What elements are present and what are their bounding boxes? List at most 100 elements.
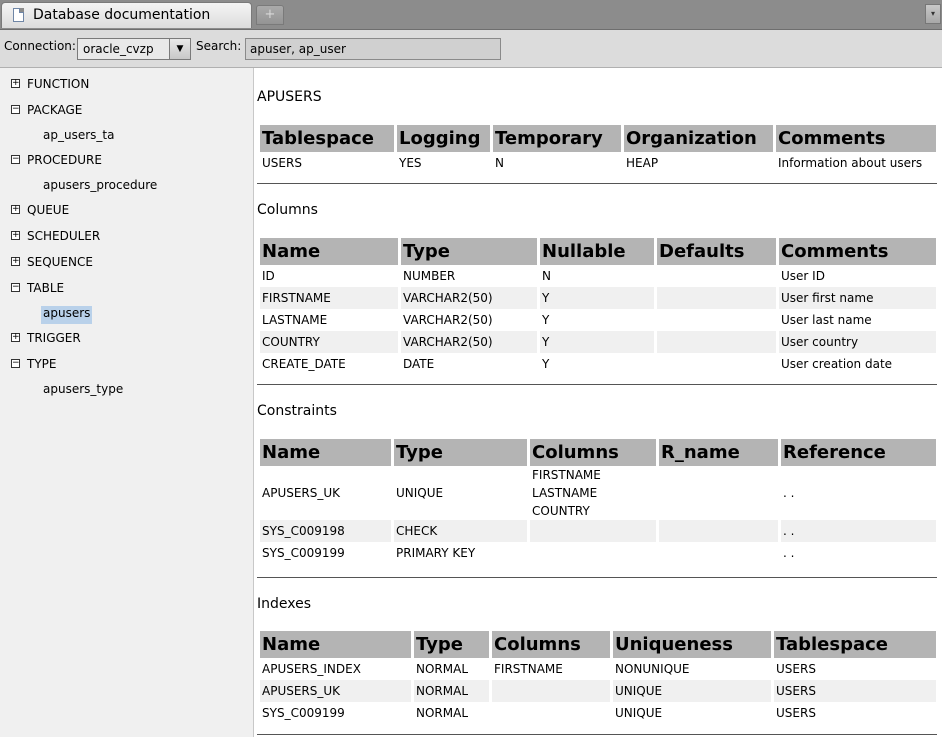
column-name: COUNTRY: [532, 504, 590, 518]
section-title-constraints: Constraints: [257, 403, 337, 419]
column-header: Temporary: [493, 125, 621, 152]
table-cell: USERS: [776, 662, 816, 676]
expand-plus-icon[interactable]: +: [11, 257, 20, 266]
column-header: Columns: [530, 439, 656, 466]
divider: [257, 734, 937, 735]
connection-label: Connection:: [4, 39, 76, 53]
table-cell: . .: [781, 520, 936, 542]
collapse-minus-icon[interactable]: −: [11, 105, 20, 114]
column-header: Type: [401, 238, 537, 265]
divider: [257, 577, 937, 578]
toolbar: Connection: oracle_cvzp ▼ Search:: [0, 30, 942, 68]
expand-plus-icon[interactable]: +: [11, 231, 20, 240]
table-row: USERS YES N HEAP Information about users: [260, 152, 936, 174]
tree-node-label: SEQUENCE: [27, 255, 93, 269]
table-row: FIRSTNAME VARCHAR2(50) Y User first name: [260, 287, 936, 309]
column-name: LASTNAME: [532, 486, 598, 500]
table-cell: APUSERS_UK: [260, 680, 411, 702]
search-input[interactable]: [245, 38, 501, 60]
table-cell: FIRSTNAME: [260, 287, 398, 309]
expand-plus-icon[interactable]: +: [11, 333, 20, 342]
column-name: FIRSTNAME: [532, 468, 601, 482]
table-cell: COUNTRY: [260, 331, 398, 353]
tree-node-label: FUNCTION: [27, 77, 90, 91]
chevron-down-icon[interactable]: ▼: [169, 39, 190, 59]
tab-menu-chevron-icon[interactable]: ▾: [925, 4, 941, 24]
columns-grid: Name Type Nullable Defaults Comments ID …: [257, 238, 939, 375]
indexes-grid: Name Type Columns Uniqueness Tablespace …: [257, 631, 939, 724]
table-row: ID NUMBER N User ID: [260, 265, 936, 287]
collapse-minus-icon[interactable]: −: [11, 155, 20, 164]
table-cell: USERS: [776, 706, 816, 720]
constraints-grid: Name Type Columns R_name Reference APUSE…: [257, 439, 939, 564]
documentation-panel: APUSERS Tablespace Logging Temporary Org…: [255, 68, 942, 737]
connection-value: oracle_cvzp: [83, 42, 154, 56]
table-cell: Y: [540, 287, 654, 309]
expand-plus-icon[interactable]: +: [11, 79, 20, 88]
table-cell: [657, 331, 776, 353]
section-title-indexes: Indexes: [257, 596, 312, 612]
tree-item-apusers-type[interactable]: apusers_type: [41, 382, 125, 400]
column-header: Columns: [492, 631, 610, 658]
table-row: APUSERS_UK UNIQUE FIRSTNAME LASTNAME COU…: [260, 466, 936, 520]
column-header: Organization: [624, 125, 773, 152]
column-header: Tablespace: [774, 631, 936, 658]
table-cell: Y: [540, 331, 654, 353]
tab-label: Database documentation: [33, 7, 211, 23]
tree-node-label: SCHEDULER: [27, 229, 101, 243]
table-cell: . .: [783, 486, 795, 500]
tree-item-ap-users-ta[interactable]: ap_users_ta: [41, 128, 116, 146]
table-cell: [530, 542, 656, 564]
table-cell: User last name: [781, 313, 872, 327]
column-header: Name: [260, 238, 398, 265]
table-cell: Y: [542, 313, 550, 327]
tree-node-label: TRIGGER: [27, 331, 81, 345]
table-row: LASTNAME VARCHAR2(50) Y User last name: [260, 309, 936, 331]
table-row: SYS_C009198 CHECK . .: [260, 520, 936, 542]
table-cell: LASTNAME: [262, 313, 328, 327]
column-header: Name: [260, 439, 391, 466]
table-cell: UNIQUE: [396, 486, 444, 500]
tab-bar: Database documentation + ▾: [0, 0, 942, 30]
table-cell: CHECK: [394, 520, 527, 542]
table-cell: [657, 309, 776, 331]
divider: [257, 384, 937, 385]
collapse-minus-icon[interactable]: −: [11, 359, 20, 368]
table-cell: DATE: [403, 357, 435, 371]
tree-node-label: TABLE: [27, 281, 65, 295]
table-cell: User first name: [779, 287, 936, 309]
table-cell: [530, 520, 656, 542]
table-cell: APUSERS_INDEX: [262, 662, 361, 676]
table-cell: Information about users: [778, 156, 923, 170]
table-row: COUNTRY VARCHAR2(50) Y User country: [260, 331, 936, 353]
table-cell: [657, 265, 776, 287]
table-info-grid: Tablespace Logging Temporary Organizatio…: [257, 125, 939, 174]
tree-node-label: QUEUE: [27, 203, 70, 217]
column-header: Type: [394, 439, 527, 466]
page-title: APUSERS: [257, 89, 322, 105]
tree-node-label: PACKAGE: [27, 103, 83, 117]
new-tab-button[interactable]: +: [256, 5, 284, 25]
divider: [257, 183, 937, 184]
object-tree: + FUNCTION − PACKAGE ap_users_ta − PROCE…: [0, 68, 254, 737]
table-cell: UNIQUE: [613, 680, 771, 702]
table-cell: NORMAL: [416, 662, 469, 676]
tree-item-apusers-procedure[interactable]: apusers_procedure: [41, 178, 159, 196]
table-cell: VARCHAR2(50): [401, 287, 537, 309]
table-cell: User creation date: [781, 357, 893, 371]
table-cell: SYS_C009198: [260, 520, 391, 542]
table-cell: VARCHAR2(50): [401, 331, 537, 353]
table-cell: NORMAL: [416, 706, 469, 720]
table-row: CREATE_DATE DATE Y User creation date: [260, 353, 936, 375]
table-cell: Y: [542, 357, 550, 371]
collapse-minus-icon[interactable]: −: [11, 283, 20, 292]
tree-node-label: TYPE: [27, 357, 57, 371]
table-cell: VARCHAR2(50): [403, 313, 493, 327]
table-cell: SYS_C009199: [262, 706, 345, 720]
tree-node-label: PROCEDURE: [27, 153, 102, 167]
connection-select[interactable]: oracle_cvzp ▼: [77, 38, 191, 60]
table-cell: YES: [399, 156, 422, 170]
tree-item-apusers[interactable]: apusers: [41, 306, 93, 324]
expand-plus-icon[interactable]: +: [11, 205, 20, 214]
tab-database-documentation[interactable]: Database documentation: [1, 2, 252, 28]
